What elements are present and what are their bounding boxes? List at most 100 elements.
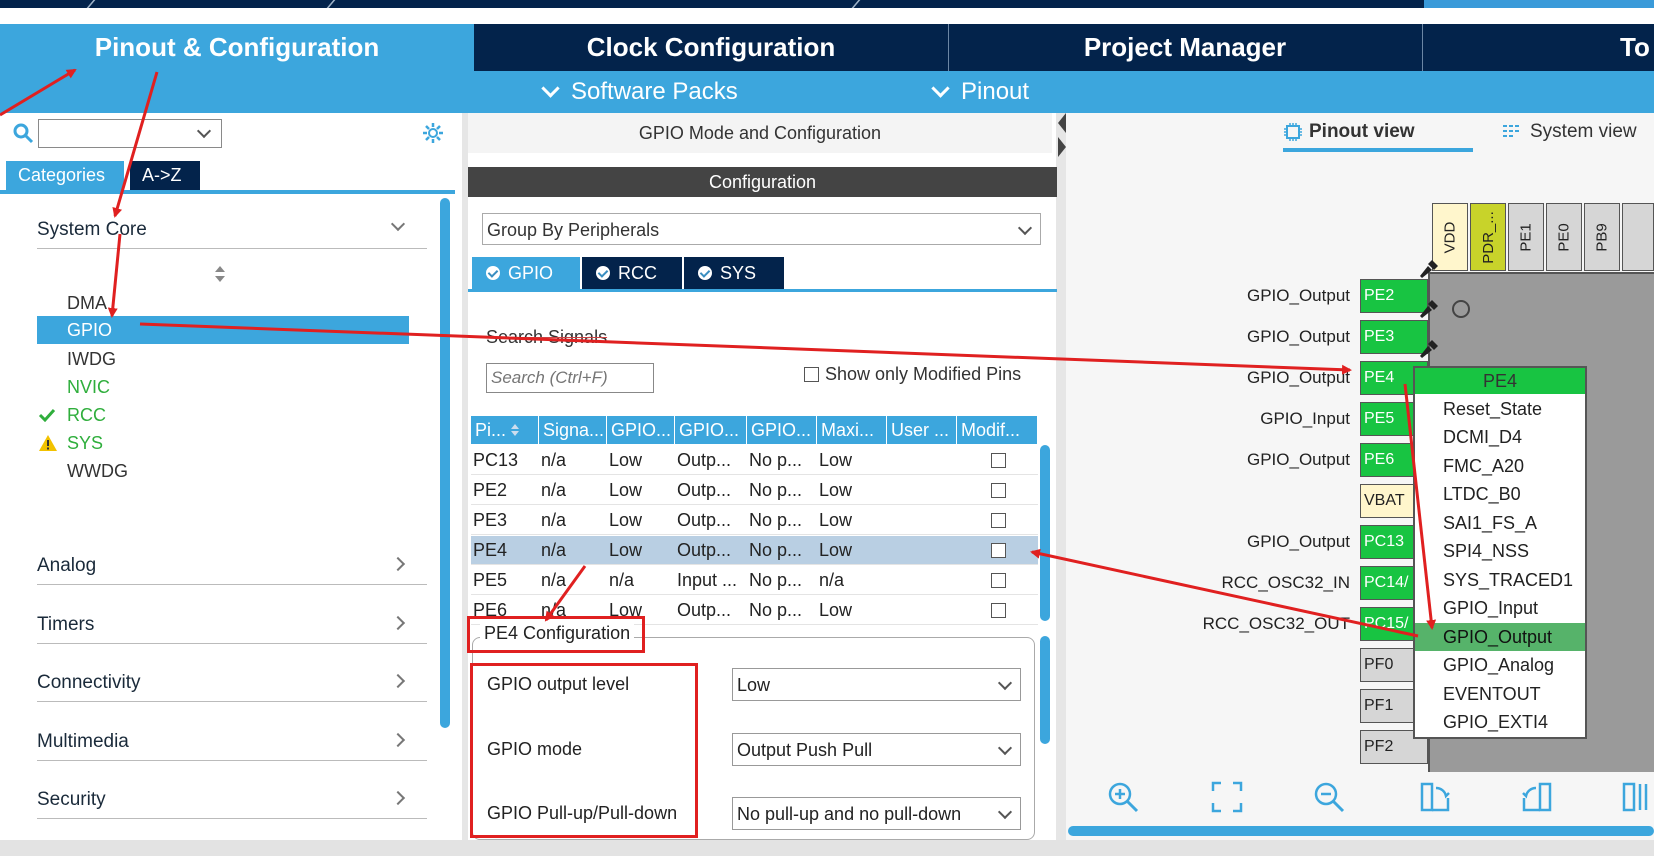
- zoom-out-icon[interactable]: [1312, 780, 1346, 814]
- table-cell: n/a: [541, 570, 567, 590]
- table-row[interactable]: PE4 n/a Low Outp... No p... Low: [471, 536, 1038, 565]
- search-icon: [13, 123, 34, 144]
- software-packs-menu[interactable]: Software Packs: [540, 78, 738, 106]
- zoom-in-icon[interactable]: [1106, 780, 1140, 814]
- chevron-right-icon: [390, 790, 406, 806]
- context-menu-item[interactable]: GPIO_Output: [1415, 623, 1585, 651]
- rotate-right-icon[interactable]: [1418, 780, 1452, 814]
- pinout-menu-label: Pinout: [961, 78, 1030, 105]
- column-header[interactable]: GPIO...: [747, 416, 817, 444]
- output-level-value: Low: [737, 675, 771, 695]
- context-menu-item[interactable]: SPI4_NSS: [1415, 538, 1585, 566]
- checkbox[interactable]: [804, 367, 819, 382]
- gpio-mode-select[interactable]: Output Push Pull: [732, 733, 1021, 766]
- column-header[interactable]: Signa...: [539, 416, 607, 444]
- modified-checkbox[interactable]: [991, 453, 1006, 468]
- section-timers[interactable]: Timers: [37, 606, 427, 644]
- context-menu-item[interactable]: DCMI_D4: [1415, 424, 1585, 452]
- column-header[interactable]: Pi...: [471, 416, 539, 444]
- table-cell: Low: [609, 540, 643, 560]
- modified-checkbox[interactable]: [991, 513, 1006, 528]
- tab-sys[interactable]: SYS: [684, 257, 784, 289]
- section-multimedia[interactable]: Multimedia: [37, 723, 427, 761]
- search-signals-input[interactable]: [486, 363, 654, 393]
- pin-push-icons: [1420, 260, 1438, 358]
- context-menu-item[interactable]: GPIO_Analog: [1415, 652, 1585, 680]
- core-item-gpio[interactable]: GPIO: [37, 316, 409, 344]
- pull-value: No pull-up and no pull-down: [737, 804, 962, 824]
- pin-next[interactable]: [1622, 203, 1654, 271]
- context-menu-item[interactable]: GPIO_Input: [1415, 595, 1585, 623]
- column-header[interactable]: GPIO...: [675, 416, 747, 444]
- column-header[interactable]: User ...: [887, 416, 957, 444]
- section-connectivity[interactable]: Connectivity: [37, 664, 427, 702]
- panel-splitter[interactable]: [1056, 113, 1066, 840]
- pin-pdr[interactable]: PDR_...: [1470, 203, 1506, 271]
- context-menu-item[interactable]: LTDC_B0: [1415, 481, 1585, 509]
- chevron-right-icon: [390, 732, 406, 748]
- warning-icon: [39, 435, 57, 451]
- sidebar-scrollbar[interactable]: [440, 198, 450, 728]
- modified-checkbox[interactable]: [991, 603, 1006, 618]
- context-menu-item[interactable]: SAI1_FS_A: [1415, 509, 1585, 537]
- system-view-button[interactable]: System view: [1502, 121, 1637, 143]
- modified-checkbox[interactable]: [991, 483, 1006, 498]
- section-security[interactable]: Security: [37, 781, 427, 819]
- tab-gpio[interactable]: GPIO: [472, 257, 580, 289]
- split-view-icon[interactable]: [1620, 780, 1654, 814]
- table-cell: PC13: [473, 450, 519, 470]
- pin-pe1[interactable]: PE1: [1508, 203, 1544, 271]
- table-row[interactable]: PE2 n/a Low Outp... No p... Low: [471, 476, 1038, 505]
- pin-pe0[interactable]: PE0: [1546, 203, 1582, 271]
- pinout-scrollbar[interactable]: [1068, 826, 1654, 836]
- context-menu-item[interactable]: SYS_TRACED1: [1415, 566, 1585, 594]
- tab-pinout-configuration[interactable]: Pinout & Configuration: [0, 24, 474, 71]
- context-menu-item[interactable]: Reset_State: [1415, 395, 1585, 423]
- core-item-rcc[interactable]: RCC: [67, 402, 106, 428]
- tab-rcc[interactable]: RCC: [582, 257, 682, 289]
- tab-label: To: [1620, 32, 1650, 62]
- tab-tools[interactable]: To: [1422, 24, 1654, 71]
- core-item-nvic[interactable]: NVIC: [67, 374, 110, 400]
- pin-signal-label: RCC_OSC32_OUT: [1202, 614, 1350, 633]
- group-by-select[interactable]: Group By Peripherals: [482, 213, 1041, 245]
- sort-icon[interactable]: [214, 265, 226, 283]
- pull-select[interactable]: No pull-up and no pull-down: [732, 797, 1021, 830]
- tab-a-z[interactable]: A->Z: [130, 161, 200, 190]
- tab-label: Pinout & Configuration: [94, 32, 380, 62]
- modified-checkbox[interactable]: [991, 543, 1006, 558]
- context-menu-item[interactable]: FMC_A20: [1415, 452, 1585, 480]
- pinout-menu[interactable]: Pinout: [930, 78, 1029, 106]
- context-menu-item[interactable]: EVENTOUT: [1415, 680, 1585, 708]
- section-analog[interactable]: Analog: [37, 547, 427, 585]
- tab-clock-configuration[interactable]: Clock Configuration: [474, 24, 948, 71]
- column-header[interactable]: Maxi...: [817, 416, 887, 444]
- table-row[interactable]: PC13 n/a Low Outp... No p... Low: [471, 446, 1038, 475]
- output-level-select[interactable]: Low: [732, 668, 1021, 701]
- core-item-sys[interactable]: SYS: [67, 430, 103, 456]
- pin-pb9[interactable]: PB9: [1584, 203, 1620, 271]
- table-row[interactable]: PE3 n/a Low Outp... No p... Low: [471, 506, 1038, 535]
- pinout-view-button[interactable]: Pinout view: [1283, 121, 1415, 143]
- show-modified-label: Show only Modified Pins: [825, 364, 1022, 384]
- tab-project-manager[interactable]: Project Manager: [948, 24, 1422, 71]
- table-row[interactable]: PE5 n/a n/a Input ... No p... n/a: [471, 566, 1038, 595]
- column-header[interactable]: GPIO...: [607, 416, 675, 444]
- chevron-down-icon: [997, 804, 1013, 820]
- table-cell: PE3: [473, 510, 508, 530]
- show-modified-checkbox[interactable]: Show only Modified Pins: [804, 364, 1021, 385]
- config-scrollbar[interactable]: [1040, 636, 1050, 744]
- category-search-input[interactable]: [38, 119, 222, 148]
- pin-signal-label: RCC_OSC32_IN: [1221, 573, 1351, 592]
- fit-screen-icon[interactable]: [1210, 780, 1244, 814]
- gear-icon[interactable]: [421, 121, 445, 145]
- modified-checkbox[interactable]: [991, 573, 1006, 588]
- rotate-left-icon[interactable]: [1520, 780, 1554, 814]
- context-menu-item[interactable]: GPIO_EXTI4: [1415, 709, 1585, 737]
- core-item-dma[interactable]: DMA: [67, 290, 107, 316]
- tab-categories[interactable]: Categories: [6, 161, 124, 190]
- core-item-iwdg[interactable]: IWDG: [67, 346, 116, 372]
- table-cell: [887, 506, 957, 535]
- core-item-wwdg[interactable]: WWDG: [67, 458, 128, 484]
- section-system-core[interactable]: System Core: [37, 211, 427, 249]
